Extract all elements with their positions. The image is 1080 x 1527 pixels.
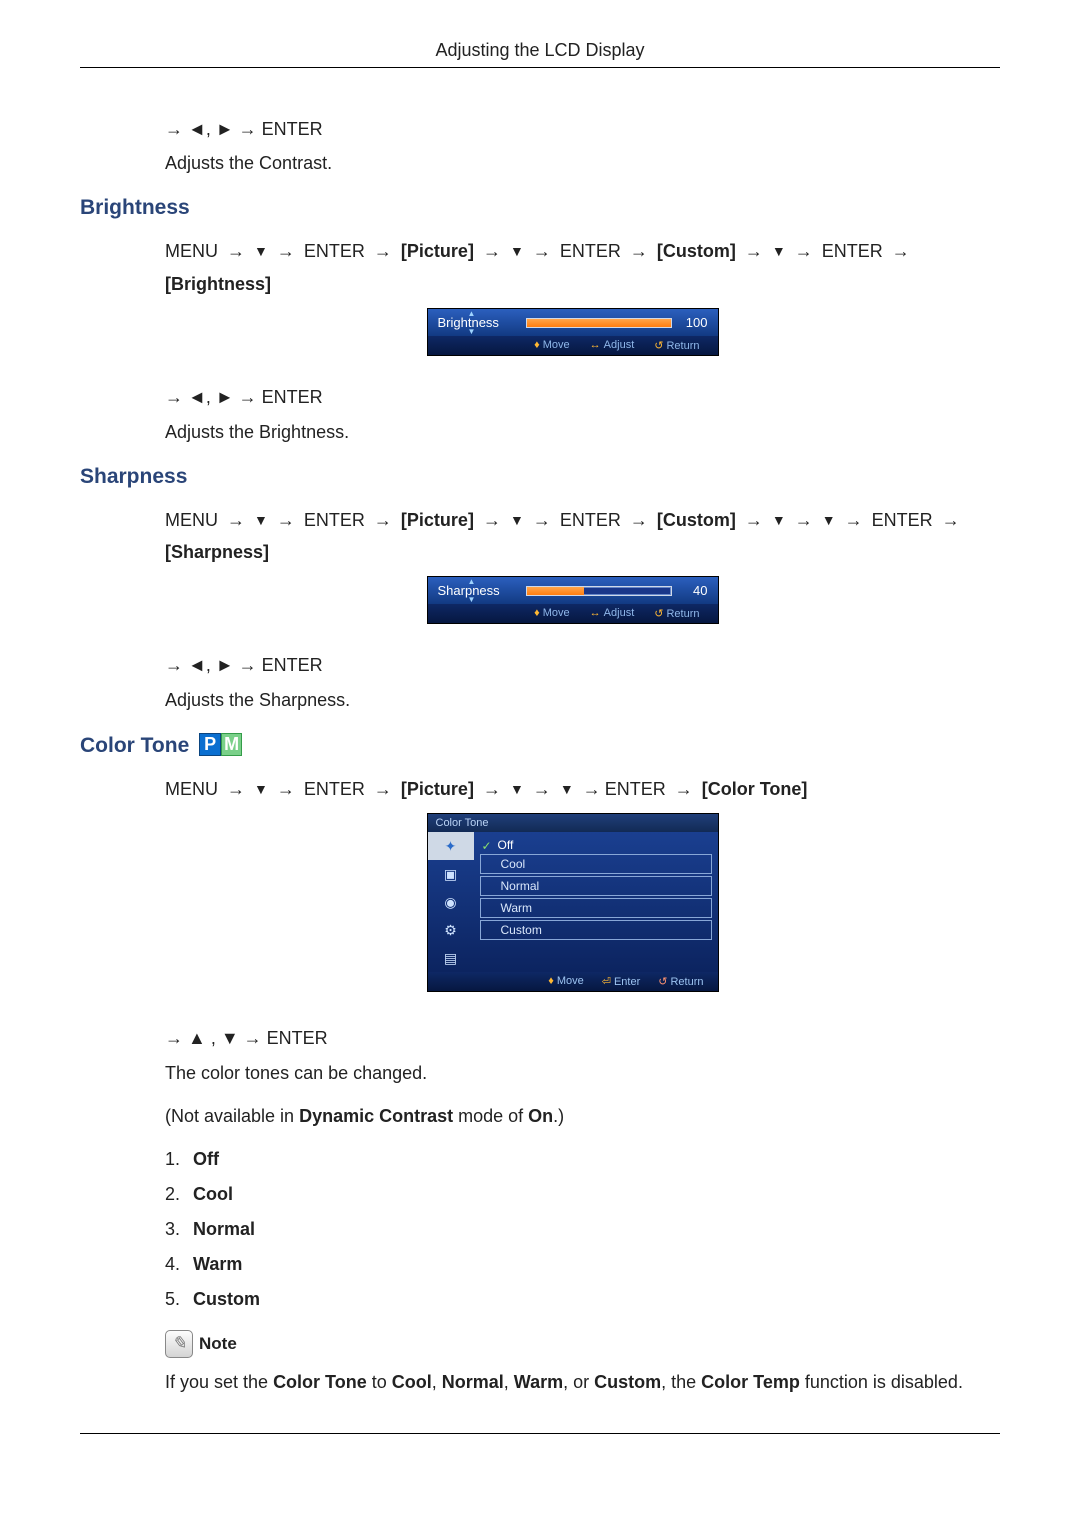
osd-tab-setup-icon[interactable]: ⚙	[428, 916, 474, 944]
colortone-option-cool[interactable]: Cool	[480, 854, 712, 874]
colortone-note-text: If you set the Color Tone to Cool, Norma…	[165, 1372, 980, 1393]
osd-hint-adjust: ↔Adjust	[590, 339, 635, 352]
section-title-sharpness: Sharpness	[80, 465, 1000, 489]
colortone-option-off[interactable]: Off	[480, 838, 712, 852]
badge-p-icon: P	[199, 733, 221, 756]
list-item: 1.Off	[165, 1149, 980, 1170]
list-item: 5.Custom	[165, 1289, 980, 1310]
osd-hint-return: ↺Return	[654, 339, 699, 352]
sharpness-value: 40	[680, 583, 708, 598]
osd-hint-return: ↺Return	[654, 607, 699, 620]
osd-hint-enter: ⏎Enter	[602, 975, 641, 988]
colortone-osd-title: Color Tone	[428, 814, 718, 832]
osd-tab-multi-icon[interactable]: ▤	[428, 944, 474, 972]
sharpness-nav-after: → ◄, ► → ENTER	[165, 649, 980, 681]
note-icon: ✎	[165, 1330, 193, 1358]
section-title-colortone: Color Tone PM	[80, 733, 1000, 758]
sharpness-osd: ▲ Sharpness ▼ 40 ♦Move ↔Adjust ↺Return	[427, 576, 719, 624]
sharpness-description: Adjusts the Sharpness.	[165, 690, 980, 711]
footer-rule	[80, 1433, 1000, 1434]
brightness-menu-path: MENU → ▼ → ENTER → [Picture] → ▼ → ENTER…	[165, 235, 980, 300]
osd-hint-move: ♦Move	[534, 607, 570, 620]
list-item: 4.Warm	[165, 1254, 980, 1275]
page-header: Adjusting the LCD Display	[80, 40, 1000, 68]
section-title-brightness: Brightness	[80, 196, 1000, 220]
sharpness-osd-label: ▲ Sharpness ▼	[438, 583, 518, 598]
brightness-value: 100	[680, 315, 708, 330]
brightness-description: Adjusts the Brightness.	[165, 422, 980, 443]
osd-tab-input-icon[interactable]: ▣	[428, 860, 474, 888]
osd-tab-sound-icon[interactable]: ◉	[428, 888, 474, 916]
list-item: 3.Normal	[165, 1219, 980, 1240]
badge-m-icon: M	[221, 733, 242, 756]
colortone-osd: Color Tone ✦ ▣ ◉ ⚙ ▤ Off Cool Normal War…	[427, 813, 719, 992]
brightness-slider[interactable]	[526, 318, 672, 328]
osd-hint-move: ♦Move	[548, 975, 584, 988]
osd-hint-move: ♦Move	[534, 339, 570, 352]
colortone-option-warm[interactable]: Warm	[480, 898, 712, 918]
brightness-osd: ▲ Brightness ▼ 100 ♦Move ↔Adjust ↺Return	[427, 308, 719, 356]
colortone-option-custom[interactable]: Custom	[480, 920, 712, 940]
osd-tab-picture-icon[interactable]: ✦	[428, 832, 474, 860]
sharpness-slider[interactable]	[526, 586, 672, 596]
colortone-option-normal[interactable]: Normal	[480, 876, 712, 896]
brightness-osd-label: ▲ Brightness ▼	[438, 315, 518, 330]
sharpness-menu-path: MENU → ▼ → ENTER → [Picture] → ▼ → ENTER…	[165, 504, 980, 569]
list-item: 2.Cool	[165, 1184, 980, 1205]
osd-hint-adjust: ↔Adjust	[590, 607, 635, 620]
brightness-nav-after: → ◄, ► → ENTER	[165, 381, 980, 413]
osd-hint-return: ↺Return	[658, 975, 703, 988]
colortone-nav-after: → ▲ , ▼ → ENTER	[165, 1022, 980, 1054]
page: Adjusting the LCD Display → ◄, ► → ENTER…	[0, 0, 1080, 1494]
contrast-description: Adjusts the Contrast.	[165, 153, 980, 174]
note-label: Note	[199, 1334, 237, 1354]
colortone-list: 1.Off 2.Cool 3.Normal 4.Warm 5.Custom	[165, 1149, 980, 1310]
colortone-menu-path: MENU → ▼ → ENTER → [Picture] → ▼ → ▼ →EN…	[165, 773, 980, 805]
colortone-desc2: (Not available in Dynamic Contrast mode …	[165, 1106, 980, 1127]
colortone-desc1: The color tones can be changed.	[165, 1063, 980, 1084]
contrast-nav-after: → ◄, ► → ENTER	[165, 113, 980, 145]
